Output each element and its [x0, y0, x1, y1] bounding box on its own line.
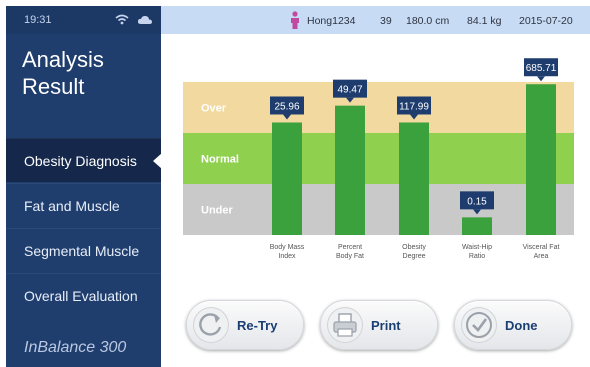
x-tick-label-1-1: Body Fat — [336, 253, 364, 260]
band-label-under: Under — [201, 205, 234, 217]
sidebar-item-segmental-muscle[interactable]: Segmental Muscle — [6, 228, 161, 272]
band-normal — [183, 133, 574, 184]
x-tick-label-2-1: Degree — [403, 253, 426, 260]
user-icon — [291, 11, 299, 29]
data-label-4: 685.71 — [526, 63, 557, 74]
x-tick-label-1-0: Percent — [338, 244, 362, 251]
band-under — [183, 184, 574, 235]
user-weight: 84.1 kg — [467, 15, 502, 27]
retry-button[interactable]: Re-Try — [186, 300, 304, 350]
x-tick-label-3-1: Ratio — [469, 253, 485, 260]
sidebar: 19:31 Analysis Result Obesity Diagnosis … — [6, 6, 161, 367]
retry-icon — [199, 313, 222, 336]
printer-icon — [333, 313, 357, 337]
chart-svg: Over Normal Under 25.96 Body Mass Index 49.47 P… — [183, 58, 574, 260]
data-label-1: 49.47 — [337, 85, 362, 96]
cloud-icon — [137, 15, 152, 24]
bar-0 — [272, 122, 302, 235]
data-label-2: 117.99 — [399, 101, 429, 112]
status-time: 19:31 — [24, 14, 52, 26]
band-label-normal: Normal — [201, 154, 239, 166]
x-tick-label-2-0: Obesity — [402, 244, 426, 251]
page-title: Analysis Result — [22, 47, 104, 99]
user-height: 180.0 cm — [406, 15, 450, 27]
status-bar: 19:31 — [6, 6, 161, 34]
x-tick-label-4-0: Visceral Fat — [523, 244, 560, 251]
bar-4 — [526, 84, 556, 235]
data-label-pointer-4 — [537, 76, 545, 82]
sidebar-item-overall-evaluation[interactable]: Overall Evaluation — [6, 273, 161, 317]
sidebar-item-fat-and-muscle[interactable]: Fat and Muscle — [6, 183, 161, 227]
x-tick-label-0-0: Body Mass — [270, 244, 305, 251]
active-indicator — [153, 153, 161, 169]
obesity-chart: Over Normal Under 25.96 Body Mass Index 49.47 P… — [161, 34, 590, 294]
print-button[interactable]: Print — [320, 300, 438, 350]
data-label-3: 0.15 — [467, 196, 487, 207]
x-tick-label-4-1: Area — [534, 253, 549, 260]
done-button[interactable]: Done — [454, 300, 572, 350]
x-tick-label-0-1: Index — [278, 253, 296, 260]
bar-1 — [335, 105, 365, 235]
user-name: Hong1234 — [307, 15, 356, 27]
bar-2 — [399, 122, 429, 235]
bar-3 — [462, 217, 492, 235]
test-date: 2015-07-20 — [519, 15, 573, 27]
x-tick-label-3-0: Waist-Hip — [462, 244, 492, 251]
band-over — [183, 82, 574, 133]
brand-logo: InBalance 300 — [24, 339, 127, 356]
sidebar-item-obesity-diagnosis[interactable]: Obesity Diagnosis — [6, 138, 161, 182]
header-bar: Hong1234 39 180.0 cm 84.1 kg 2015-07-20 — [161, 6, 590, 34]
user-age: 39 — [380, 15, 392, 27]
data-label-0: 25.96 — [274, 101, 299, 112]
checkmark-icon — [466, 312, 492, 338]
band-label-over: Over — [201, 103, 227, 115]
